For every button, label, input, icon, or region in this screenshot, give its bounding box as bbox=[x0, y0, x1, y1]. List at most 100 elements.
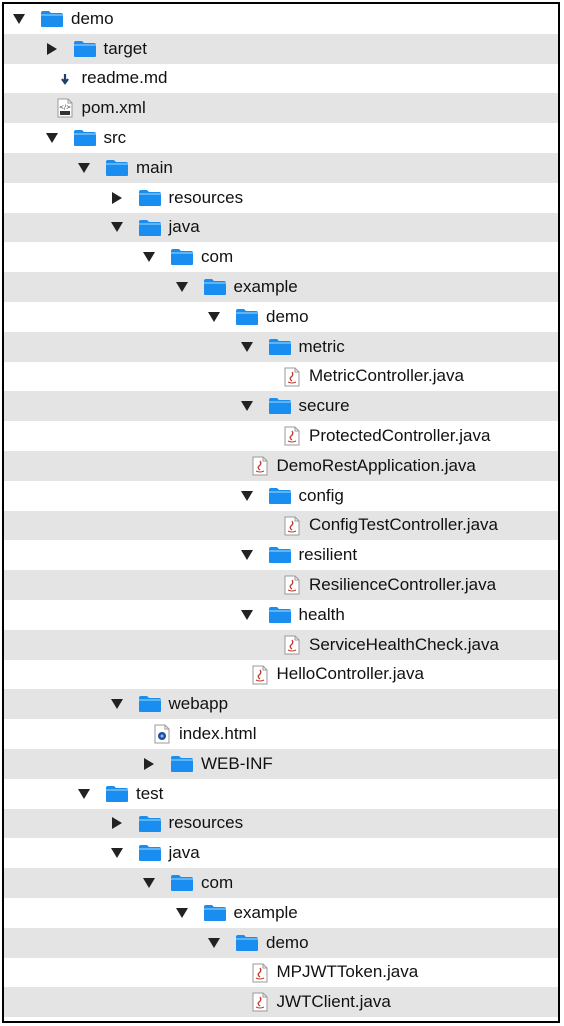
folder-icon bbox=[268, 397, 292, 415]
folder-icon bbox=[138, 815, 162, 833]
folder-icon bbox=[268, 606, 292, 624]
disclosure-down-icon[interactable] bbox=[240, 608, 254, 622]
tree-item-label: WEB-INF bbox=[201, 753, 273, 773]
folder-icon bbox=[170, 755, 194, 773]
tree-row-folder[interactable]: example bbox=[4, 272, 558, 302]
tree-row-folder[interactable]: java bbox=[4, 212, 558, 243]
tree-row-file[interactable]: ResilienceController.java bbox=[4, 570, 558, 600]
tree-item-label: metric bbox=[298, 336, 345, 356]
tree-item-label: java bbox=[168, 843, 200, 863]
disclosure-down-icon[interactable] bbox=[142, 250, 156, 264]
tree-row-folder[interactable]: metric bbox=[4, 331, 558, 362]
tree-row-folder[interactable]: target bbox=[4, 33, 558, 64]
tree-row-folder[interactable]: test bbox=[4, 779, 558, 809]
tree-row-file[interactable]: ServiceHealthCheck.java bbox=[4, 629, 558, 660]
disclosure-down-icon[interactable] bbox=[207, 936, 221, 950]
tree-item-label: health bbox=[298, 604, 345, 624]
disclosure-down-icon[interactable] bbox=[77, 787, 91, 801]
tree-row-folder[interactable]: resources bbox=[4, 808, 558, 839]
tree-row-folder[interactable]: src bbox=[4, 123, 558, 153]
tree-row-file[interactable]: MPJWTToken.java bbox=[4, 958, 558, 988]
tree-row-folder[interactable]: webapp bbox=[4, 689, 558, 720]
tree-item-label: java bbox=[168, 217, 200, 237]
disclosure-down-icon[interactable] bbox=[110, 697, 124, 711]
tree-item-label: resources bbox=[168, 813, 244, 833]
tree-row-file[interactable]: MetricController.java bbox=[4, 362, 558, 392]
tree-item-label: secure bbox=[298, 396, 350, 416]
tree-item-label: com bbox=[201, 247, 234, 267]
tree-row-folder[interactable]: resilient bbox=[4, 540, 558, 570]
tree-row-folder[interactable]: demo bbox=[4, 927, 558, 958]
disclosure-down-icon[interactable] bbox=[240, 548, 254, 562]
tree-row-folder[interactable]: java bbox=[4, 838, 558, 868]
tree-item-label: com bbox=[201, 873, 234, 892]
tree-row-folder[interactable]: demo bbox=[4, 4, 558, 34]
tree-item-label: test bbox=[136, 783, 164, 803]
java-file-icon bbox=[284, 367, 300, 387]
tree-item-label: src bbox=[103, 128, 127, 148]
tree-row-folder[interactable]: main bbox=[4, 152, 558, 183]
tree-row-file[interactable]: index.html bbox=[4, 719, 558, 749]
tree-item-label: example bbox=[233, 902, 298, 922]
folder-icon bbox=[268, 338, 292, 356]
tree-row-folder[interactable]: config bbox=[4, 481, 558, 511]
tree-item-label: index.html bbox=[179, 724, 257, 744]
tree-row-folder[interactable]: health bbox=[4, 600, 558, 630]
tree-row-folder[interactable]: demo bbox=[4, 302, 558, 332]
java-file-icon bbox=[284, 426, 300, 446]
disclosure-down-icon[interactable] bbox=[110, 846, 124, 860]
folder-icon bbox=[138, 695, 162, 713]
tree-row-file[interactable]: DemoRestApplication.java bbox=[4, 450, 558, 481]
disclosure-down-icon[interactable] bbox=[240, 340, 254, 354]
folder-icon bbox=[73, 129, 97, 147]
tree-item-label: example bbox=[233, 277, 298, 297]
folder-icon bbox=[170, 248, 194, 266]
disclosure-right-icon[interactable] bbox=[45, 42, 59, 56]
disclosure-right-icon[interactable] bbox=[110, 191, 124, 205]
tree-row-folder[interactable]: com bbox=[4, 868, 558, 898]
disclosure-down-icon[interactable] bbox=[45, 131, 59, 145]
tree-item-label: MPJWTToken.java bbox=[276, 962, 419, 982]
tree-row-file[interactable]: ConfigTestController.java bbox=[4, 510, 558, 541]
tree-item-label: pom.xml bbox=[81, 98, 146, 118]
folder-icon bbox=[138, 189, 162, 207]
disclosure-right-icon[interactable] bbox=[110, 816, 124, 830]
folder-icon bbox=[105, 159, 129, 177]
tree-list: demo target readme.md </> pom.xml src main reso… bbox=[4, 4, 558, 1018]
disclosure-down-icon[interactable] bbox=[110, 220, 124, 234]
folder-icon bbox=[40, 10, 64, 28]
java-file-icon bbox=[284, 575, 300, 595]
folder-icon bbox=[203, 904, 227, 922]
tree-row-file[interactable]: </> pom.xml bbox=[4, 93, 558, 124]
tree-row-file[interactable]: ProtectedController.java bbox=[4, 421, 558, 451]
tree-row-folder[interactable]: secure bbox=[4, 391, 558, 422]
folder-icon bbox=[170, 874, 194, 892]
tree-row-folder[interactable]: com bbox=[4, 242, 558, 272]
tree-row-file[interactable]: JWTClient.java bbox=[4, 987, 558, 1018]
tree-item-label: demo bbox=[266, 306, 309, 326]
tree-row-folder[interactable]: resources bbox=[4, 183, 558, 213]
disclosure-down-icon[interactable] bbox=[240, 399, 254, 413]
tree-row-file[interactable]: HelloController.java bbox=[4, 660, 558, 690]
tree-item-label: target bbox=[103, 38, 147, 58]
disclosure-right-icon[interactable] bbox=[142, 757, 156, 771]
disclosure-down-icon[interactable] bbox=[175, 280, 189, 294]
folder-icon bbox=[138, 844, 162, 862]
disclosure-down-icon[interactable] bbox=[142, 876, 156, 890]
tree-row-folder[interactable]: WEB-INF bbox=[4, 748, 558, 779]
tree-row-folder[interactable]: example bbox=[4, 898, 558, 928]
svg-text:</>: </> bbox=[58, 104, 70, 111]
tree-item-label: MetricController.java bbox=[309, 366, 464, 386]
tree-item-label: ResilienceController.java bbox=[309, 575, 497, 595]
disclosure-down-icon[interactable] bbox=[240, 489, 254, 503]
disclosure-down-icon[interactable] bbox=[12, 12, 26, 26]
folder-icon bbox=[268, 487, 292, 505]
java-file-icon bbox=[284, 516, 300, 536]
disclosure-down-icon[interactable] bbox=[175, 906, 189, 920]
tree-row-file[interactable]: readme.md bbox=[4, 64, 558, 94]
disclosure-down-icon[interactable] bbox=[77, 161, 91, 175]
disclosure-down-icon[interactable] bbox=[207, 310, 221, 324]
tree-item-label: HelloController.java bbox=[276, 664, 424, 684]
folder-icon bbox=[73, 40, 97, 58]
file-tree: demo target readme.md </> pom.xml src main reso… bbox=[2, 2, 560, 1023]
